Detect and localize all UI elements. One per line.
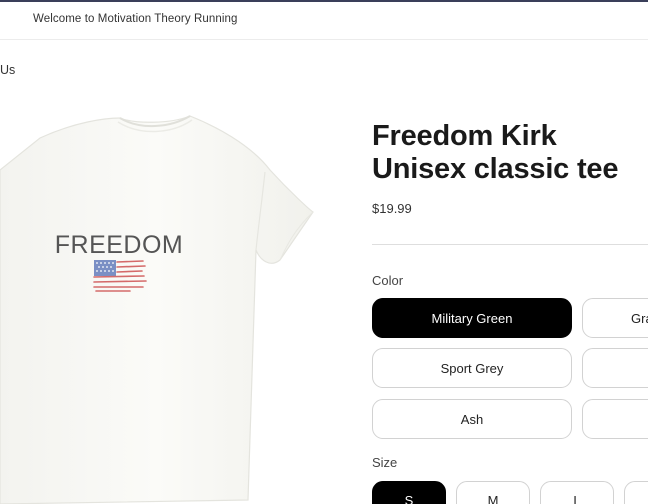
announcement-bar: Welcome to Motivation Theory Running [0,0,648,40]
size-option-s[interactable]: S [372,481,446,504]
size-option-label: M [487,493,499,504]
color-option-ash[interactable]: Ash [372,399,572,439]
color-option-label: Gra [631,310,648,326]
color-option-gra[interactable]: Gra [582,298,648,338]
size-label: Size [372,455,398,470]
color-option-label: Military Green [431,310,513,326]
product-image[interactable]: FREEDOM [0,100,325,504]
color-option-military-green[interactable]: Military Green [372,298,572,338]
product-price: $19.99 [372,201,412,216]
color-option[interactable] [582,348,648,388]
size-option[interactable] [624,481,648,504]
product-page: Welcome to Motivation Theory Running Us … [0,0,648,504]
color-option-sport-grey[interactable]: Sport Grey [372,348,572,388]
tshirt-illustration: FREEDOM [0,115,314,504]
color-label: Color [372,273,404,288]
breadcrumb[interactable]: Us [0,63,15,77]
color-option[interactable] [582,399,648,439]
size-option-label: L [573,493,581,504]
size-option-label: S [404,493,414,504]
color-option-label: Ash [460,411,484,427]
shirt-print-text: FREEDOM [55,231,184,259]
divider [372,244,648,245]
color-option-label: Sport Grey [440,360,504,376]
size-option-l[interactable]: L [540,481,614,504]
product-title: Freedom Kirk Unisex classic tee [372,120,619,185]
welcome-text: Welcome to Motivation Theory Running [33,13,238,25]
size-option-m[interactable]: M [456,481,530,504]
